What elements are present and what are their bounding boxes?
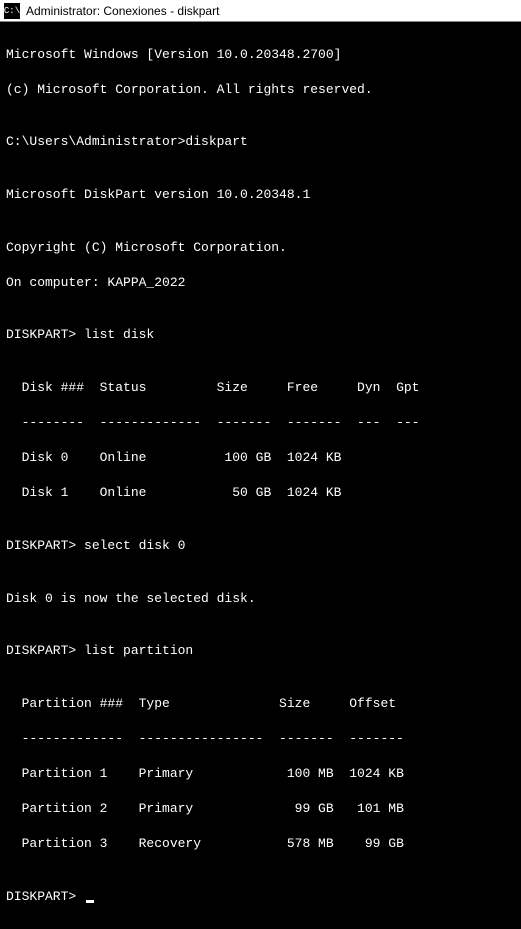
terminal-output[interactable]: Microsoft Windows [Version 10.0.20348.27… bbox=[0, 22, 521, 929]
diskpart-version-line: Microsoft DiskPart version 10.0.20348.1 bbox=[6, 186, 515, 204]
os-version-line: Microsoft Windows [Version 10.0.20348.27… bbox=[6, 46, 515, 64]
partition-table-row: Partition 3 Recovery 578 MB 99 GB bbox=[6, 835, 515, 853]
cmd-icon: C:\ bbox=[4, 3, 20, 19]
command-prompt-line: C:\Users\Administrator>diskpart bbox=[6, 133, 515, 151]
diskpart-prompt-line: DISKPART> list partition bbox=[6, 642, 515, 660]
partition-table-row: Partition 1 Primary 100 MB 1024 KB bbox=[6, 765, 515, 783]
computer-name-line: On computer: KAPPA_2022 bbox=[6, 274, 515, 292]
partition-table-header: Partition ### Type Size Offset bbox=[6, 695, 515, 713]
partition-table-row: Partition 2 Primary 99 GB 101 MB bbox=[6, 800, 515, 818]
diskpart-prompt-line: DISKPART> list disk bbox=[6, 326, 515, 344]
disk-table-header: Disk ### Status Size Free Dyn Gpt bbox=[6, 379, 515, 397]
window-titlebar: C:\ Administrator: Conexiones - diskpart bbox=[0, 0, 521, 22]
diskpart-copyright-line: Copyright (C) Microsoft Corporation. bbox=[6, 239, 515, 257]
diskpart-prompt-line: DISKPART> select disk 0 bbox=[6, 537, 515, 555]
disk-table-row: Disk 1 Online 50 GB 1024 KB bbox=[6, 484, 515, 502]
copyright-line: (c) Microsoft Corporation. All rights re… bbox=[6, 81, 515, 99]
diskpart-prompt-active[interactable]: DISKPART> bbox=[6, 888, 515, 906]
disk-selected-line: Disk 0 is now the selected disk. bbox=[6, 590, 515, 608]
partition-table-separator: ------------- ---------------- ------- -… bbox=[6, 730, 515, 748]
cursor-icon bbox=[86, 900, 94, 903]
window-title: Administrator: Conexiones - diskpart bbox=[26, 4, 219, 18]
disk-table-separator: -------- ------------- ------- ------- -… bbox=[6, 414, 515, 432]
disk-table-row: Disk 0 Online 100 GB 1024 KB bbox=[6, 449, 515, 467]
